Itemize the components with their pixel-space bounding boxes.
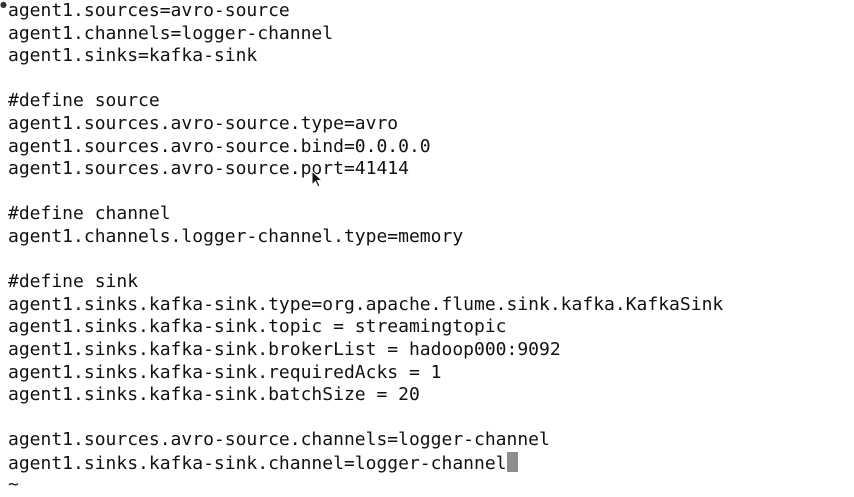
line-text: agent1.sinks=kafka-sink (8, 45, 258, 67)
line-text: agent1.channels.logger-channel.type=memo… (8, 225, 464, 247)
window-corner-mark: ● (0, 0, 7, 9)
tilde-marker: ~ (8, 474, 19, 496)
editor-line[interactable]: agent1.sinks.kafka-sink.batchSize = 20 (8, 384, 848, 407)
editor-line[interactable]: agent1.sources.avro-source.bind=0.0.0.0 (8, 136, 848, 159)
editor-line[interactable]: agent1.sources.avro-source.channels=logg… (8, 429, 848, 452)
line-text: agent1.channels=logger-channel (8, 22, 334, 44)
line-text: agent1.sinks.kafka-sink.batchSize = 20 (8, 384, 420, 406)
editor-line[interactable]: #define sink (8, 271, 848, 294)
editor-line-active[interactable]: agent1.sinks.kafka-sink.channel=logger-c… (8, 451, 848, 475)
editor-line[interactable]: agent1.sinks.kafka-sink.topic = streamin… (8, 316, 848, 339)
editor-line[interactable]: agent1.sinks.kafka-sink.type=org.apache.… (8, 294, 848, 317)
editor-line[interactable]: agent1.sources.avro-source.type=avro (8, 113, 848, 136)
editor-line[interactable]: agent1.sinks.kafka-sink.requiredAcks = 1 (8, 362, 848, 385)
editor-line[interactable] (8, 249, 848, 272)
editor-line[interactable] (8, 407, 848, 430)
editor-line[interactable]: agent1.sinks.kafka-sink.brokerList = had… (8, 339, 848, 362)
line-text: #define channel (8, 203, 171, 225)
line-text: #define sink (8, 271, 139, 293)
editor-line[interactable]: agent1.sources=avro-source (8, 0, 848, 23)
line-text: agent1.sources.avro-source.type=avro (8, 112, 399, 134)
editor-line[interactable]: agent1.sinks=kafka-sink (8, 45, 848, 68)
line-text: agent1.sinks.kafka-sink.requiredAcks = 1 (8, 361, 442, 383)
editor-line[interactable]: #define channel (8, 203, 848, 226)
text-editor[interactable]: agent1.sources=avro-source agent1.channe… (8, 0, 848, 495)
text-cursor (506, 451, 518, 472)
empty-line-marker: ~ (8, 474, 848, 497)
editor-line[interactable] (8, 68, 848, 91)
line-text: agent1.sources.avro-source.port=41414 (8, 158, 409, 180)
line-text: agent1.sources.avro-source.channels=logg… (8, 429, 550, 451)
line-text: agent1.sources=avro-source (8, 0, 290, 21)
editor-line[interactable]: #define source (8, 90, 848, 113)
line-text: agent1.sources.avro-source.bind=0.0.0.0 (8, 135, 431, 157)
line-text: agent1.sinks.kafka-sink.channel=logger-c… (8, 452, 507, 474)
line-text: #define source (8, 90, 160, 112)
editor-line[interactable]: agent1.channels.logger-channel.type=memo… (8, 226, 848, 249)
line-text: agent1.sinks.kafka-sink.brokerList = had… (8, 338, 561, 360)
mouse-pointer-icon (311, 170, 323, 188)
editor-line[interactable]: agent1.channels=logger-channel (8, 23, 848, 46)
editor-line[interactable]: agent1.sources.avro-source.port=41414 (8, 158, 848, 181)
line-text: agent1.sinks.kafka-sink.type=org.apache.… (8, 293, 724, 315)
line-text: agent1.sinks.kafka-sink.topic = streamin… (8, 316, 507, 338)
editor-line[interactable] (8, 181, 848, 204)
